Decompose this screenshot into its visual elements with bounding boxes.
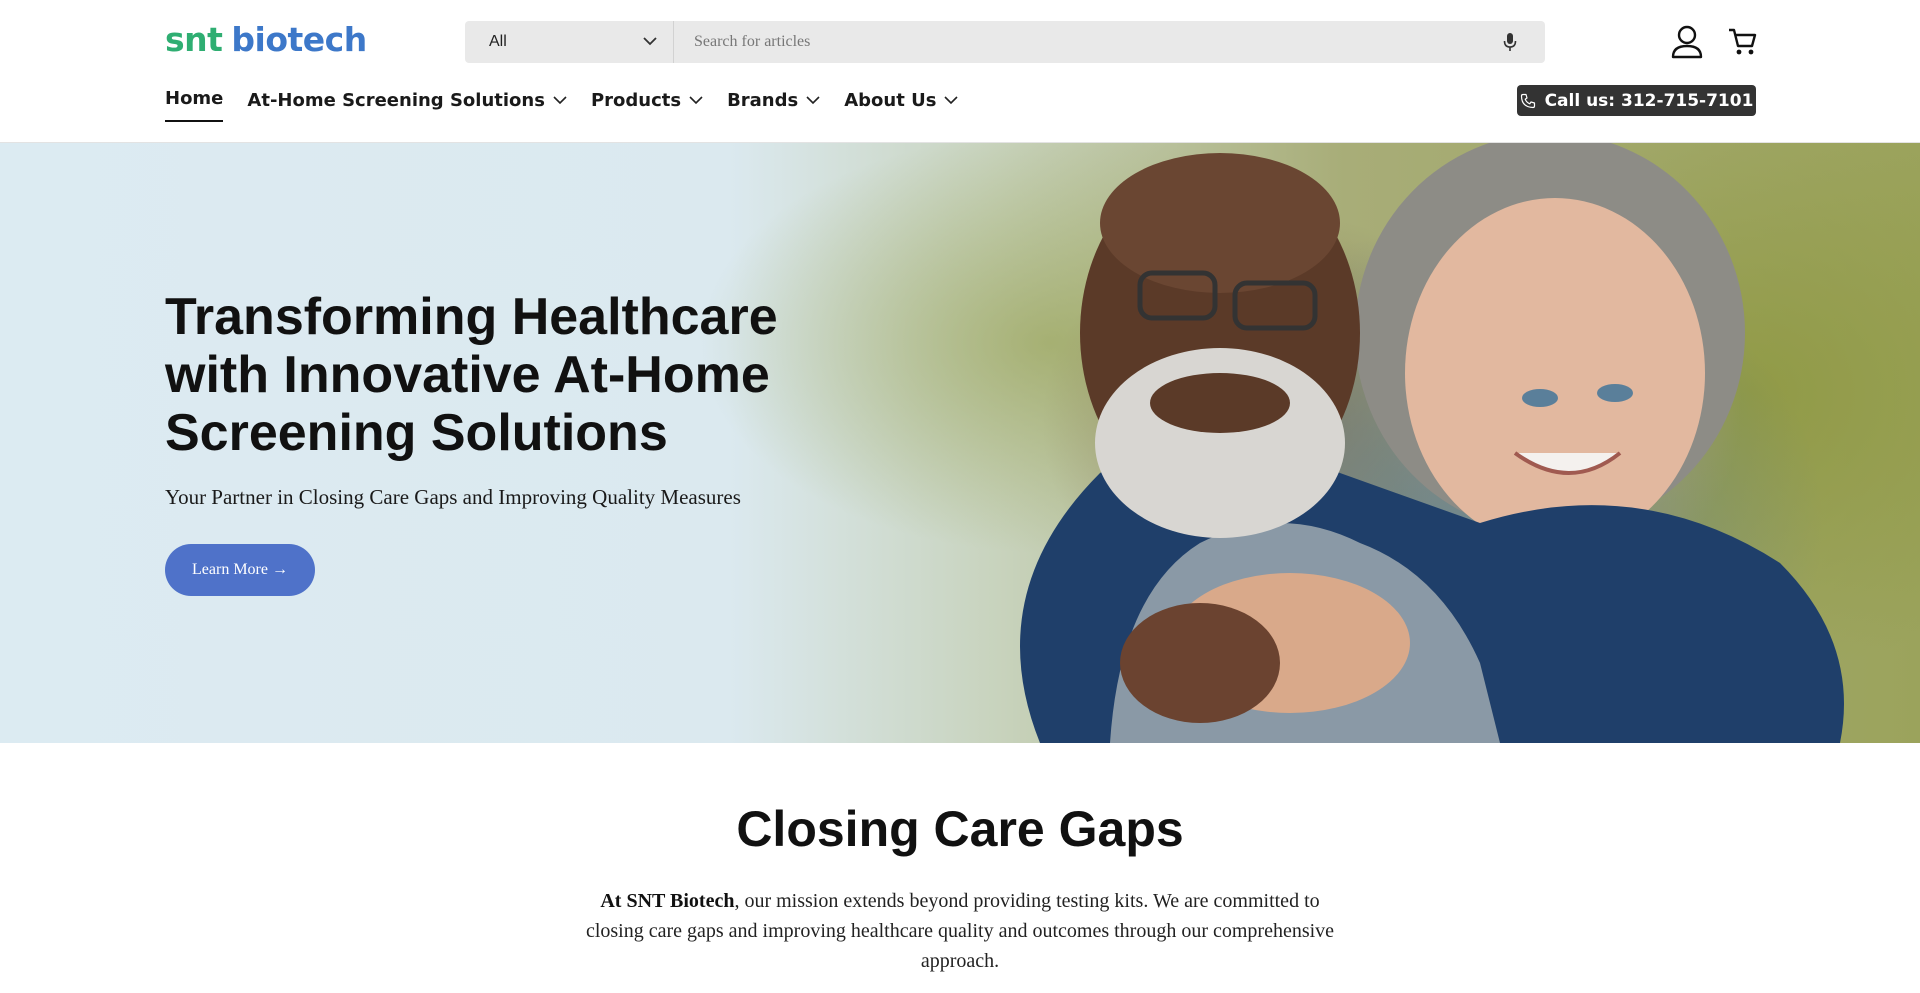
phone-icon [1520, 93, 1535, 108]
logo-text-biotech: biotech [231, 20, 367, 59]
site-header: snt biotech All Search for articles Home… [0, 0, 1920, 143]
main-nav: Home At-Home Screening Solutions Product… [165, 86, 982, 124]
hero-image [1020, 143, 1844, 743]
search-bar: All [465, 21, 1545, 63]
hero-title: Transforming Healthcare with Innovative … [165, 288, 778, 462]
section-title: Closing Care Gaps [736, 801, 1184, 857]
logo[interactable]: snt biotech [165, 20, 367, 60]
call-us-button[interactable]: Call us: 312-715-7101 [1517, 85, 1756, 116]
nav-item-label: At-Home Screening Solutions [247, 89, 545, 111]
nav-item-about-us[interactable]: About Us [844, 86, 958, 114]
learn-more-button[interactable]: Learn More → [165, 544, 315, 596]
call-us-label: Call us: 312-715-7101 [1544, 90, 1754, 111]
nav-item-brands[interactable]: Brands [727, 86, 820, 114]
hero-subtitle: Your Partner in Closing Care Gaps and Im… [165, 485, 741, 509]
cart-icon[interactable] [1727, 26, 1759, 58]
nav-item-label: Home [165, 88, 224, 109]
chevron-down-icon [806, 95, 820, 105]
nav-item-label: Products [590, 89, 682, 111]
logo-text-snt: snt [165, 20, 223, 59]
nav-item-at-home-screening[interactable]: At-Home Screening Solutions [247, 86, 567, 114]
nav-item-products[interactable]: Products [591, 86, 703, 114]
chevron-down-icon [689, 95, 703, 105]
account-icon[interactable] [1671, 25, 1703, 59]
nav-item-label: Brands [727, 89, 799, 111]
chevron-down-icon [553, 95, 567, 105]
section-description: At SNT Biotech, our mission extends beyo… [570, 886, 1350, 976]
search-category-value: All [489, 33, 507, 50]
search-category-select[interactable]: All [465, 21, 674, 63]
chevron-down-icon [944, 95, 958, 105]
chevron-down-icon [643, 33, 657, 51]
search-input[interactable] [674, 21, 1489, 63]
section-text-bold: At SNT Biotech [600, 890, 735, 912]
nav-item-home[interactable]: Home [165, 86, 224, 122]
microphone-icon[interactable] [1489, 21, 1531, 63]
nav-item-label: About Us [844, 89, 937, 111]
hero-banner: Transforming Healthcare with Innovative … [0, 143, 1920, 743]
